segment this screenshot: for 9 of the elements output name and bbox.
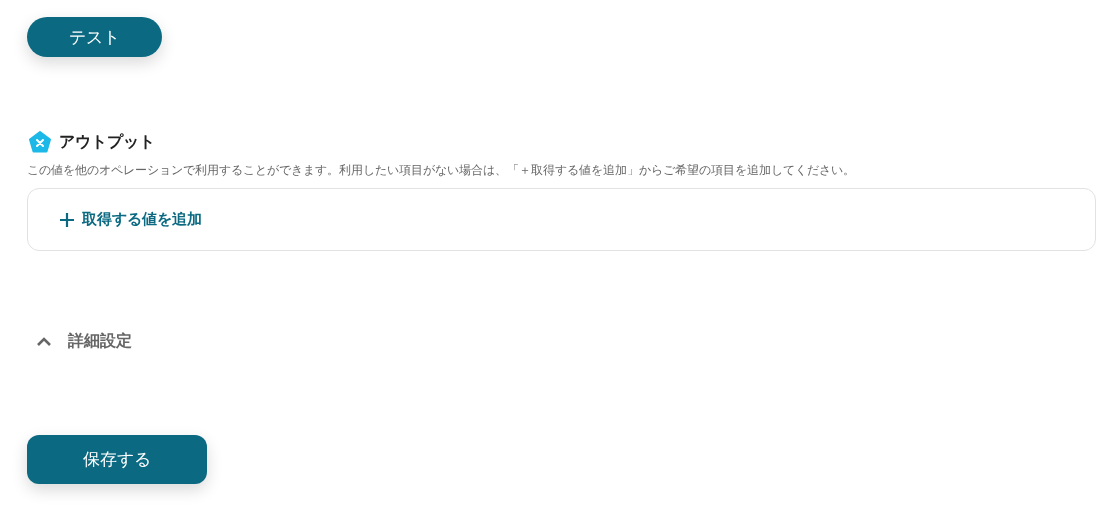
- test-button[interactable]: テスト: [27, 17, 162, 57]
- add-value-button[interactable]: 取得する値を追加: [60, 210, 202, 229]
- save-button[interactable]: 保存する: [27, 435, 207, 484]
- description-text: この値を他のオペレーションで利用することができます。利用したい項目がない場合は、「＋取得する値を追加」からご希望の項目を追加してください。: [27, 162, 855, 179]
- advanced-settings-toggle[interactable]: 詳細設定: [36, 331, 132, 352]
- pentagon-icon: [29, 131, 51, 153]
- chevron-icon: [36, 336, 52, 347]
- plus-icon: [60, 212, 74, 227]
- section-title: アウトプット: [59, 131, 155, 153]
